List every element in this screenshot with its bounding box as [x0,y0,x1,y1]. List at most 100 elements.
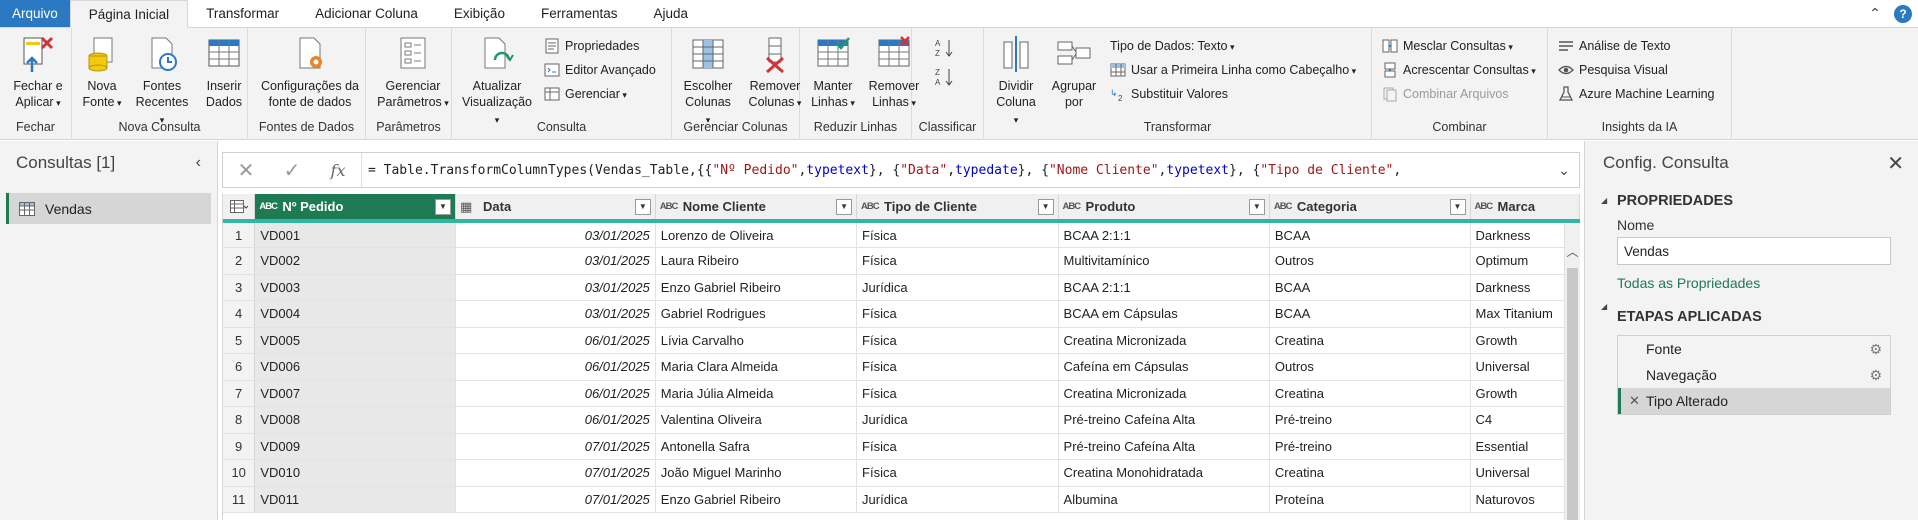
table-cell[interactable]: BCAA 2:1:1 [1058,274,1270,301]
help-icon[interactable]: ? [1894,4,1912,23]
table-cell[interactable]: BCAA [1269,300,1471,328]
filter-dropdown-icon[interactable]: ▼ [1248,198,1265,215]
tab-exibicao[interactable]: Exibição [436,0,523,27]
table-cell[interactable]: Albumina [1058,486,1270,513]
scroll-up-icon[interactable]: ︿ [1565,242,1580,260]
filter-dropdown-icon[interactable]: ▼ [1449,198,1466,215]
formula-input[interactable]: = Table.TransformColumnTypes(Vendas_Tabl… [361,153,1549,187]
table-cell[interactable]: Antonella Safra [655,433,858,460]
row-number[interactable]: 10 [223,459,256,487]
data-source-settings-button[interactable]: Configurações da fonte de dados [252,32,368,112]
table-cell[interactable]: VD003 [254,274,456,301]
advanced-editor-button[interactable]: Editor Avançado [544,59,656,80]
table-row[interactable]: 5 VD005 06/01/2025 Lívia Carvalho Física Crea… [223,327,1580,354]
step-navegacao[interactable]: Navegação ⚙ [1618,362,1890,388]
table-cell[interactable]: Multivitamínico [1058,247,1270,275]
table-cell[interactable]: Pré-treino [1269,406,1471,434]
commit-formula-icon[interactable]: ✓ [269,153,315,187]
expand-formula-icon[interactable]: ⌄ [1549,162,1579,179]
text-type-icon[interactable]: ABC [660,201,679,212]
table-cell[interactable]: Pré-treino [1269,433,1471,460]
column-header[interactable]: ABC Nº Pedido ▼ [254,194,456,223]
table-cell[interactable]: VD006 [254,353,456,381]
tab-pagina-inicial[interactable]: Página Inicial [69,0,189,28]
tab-ajuda[interactable]: Ajuda [635,0,706,27]
manage-query-button[interactable]: Gerenciar [544,83,656,104]
table-cell[interactable]: Pré-treino Cafeína Alta [1058,433,1270,460]
table-cell[interactable]: Física [856,353,1059,381]
properties-button[interactable]: Propriedades [544,35,656,56]
row-number[interactable]: 7 [223,380,256,407]
step-fonte[interactable]: Fonte ⚙ [1618,336,1890,362]
table-cell[interactable]: Física [856,221,1059,248]
table-cell[interactable]: Maria Júlia Almeida [655,380,858,407]
column-header[interactable]: ABC Nome Cliente ▼ [655,194,858,223]
text-type-icon[interactable]: ABC [1274,201,1293,212]
table-cell[interactable]: Outros [1269,247,1471,275]
table-row[interactable]: 7 VD007 06/01/2025 Maria Júlia Almeida Físic… [223,380,1580,407]
table-cell[interactable]: Pré-treino Cafeína Alta [1058,406,1270,434]
table-cell[interactable]: Creatina Micronizada [1058,380,1270,407]
table-cell[interactable]: Física [856,459,1059,487]
table-cell[interactable]: 07/01/2025 [455,459,656,487]
step-tipo-alterado[interactable]: ✕ Tipo Alterado [1618,388,1890,414]
tab-adicionar-coluna[interactable]: Adicionar Coluna [297,0,436,27]
query-name-input[interactable]: Vendas [1617,237,1891,265]
row-number[interactable]: 11 [223,486,256,513]
filter-dropdown-icon[interactable]: ▼ [1037,198,1054,215]
collapse-queries-icon[interactable]: ‹ [196,154,201,172]
query-item-vendas[interactable]: Vendas [6,193,211,224]
table-cell[interactable]: 07/01/2025 [455,433,656,460]
table-cell[interactable]: Maria Clara Almeida [655,353,858,381]
data-type-button[interactable]: Tipo de Dados: Texto [1110,35,1356,56]
table-row[interactable]: 6 VD006 06/01/2025 Maria Clara Almeida Físic… [223,353,1580,381]
date-type-icon[interactable]: ▦ [460,199,478,215]
table-cell[interactable]: BCAA 2:1:1 [1058,221,1270,248]
table-cell[interactable]: VD007 [254,380,456,407]
close-settings-icon[interactable]: ✕ [1887,151,1904,176]
properties-section-title[interactable]: PROPRIEDADES [1585,185,1918,209]
row-number[interactable]: 1 [223,221,256,248]
column-header[interactable]: ▦ Data ▼ [455,194,656,223]
table-row[interactable]: 4 VD004 03/01/2025 Gabriel Rodrigues Física B… [223,300,1580,328]
table-cell[interactable]: Creatina Micronizada [1058,327,1270,354]
text-type-icon[interactable]: ABC [259,201,278,212]
table-cell[interactable]: 03/01/2025 [455,300,656,328]
table-cell[interactable]: VD002 [254,247,456,275]
tab-arquivo[interactable]: Arquivo [0,0,70,27]
filter-dropdown-icon[interactable]: ▼ [435,198,451,215]
table-row[interactable]: 1 VD001 03/01/2025 Lorenzo de Oliveira Físic… [223,221,1580,248]
text-type-icon[interactable]: ABC [1475,201,1494,212]
first-row-header-button[interactable]: Usar a Primeira Linha como Cabeçalho [1110,59,1356,80]
tab-transformar[interactable]: Transformar [188,0,297,27]
manage-parameters-button[interactable]: Gerenciar Parâmetros [370,32,456,113]
row-number[interactable]: 3 [223,274,256,301]
filter-dropdown-icon[interactable]: ▼ [634,198,651,215]
filter-dropdown-icon[interactable]: ▼ [836,198,853,215]
replace-values-button[interactable]: ↳ 2 Substituir Valores [1110,83,1356,104]
table-cell[interactable]: BCAA [1269,274,1471,301]
table-cell[interactable]: 06/01/2025 [455,327,656,354]
table-cell[interactable]: VD011 [254,486,456,513]
table-cell[interactable]: 07/01/2025 [455,486,656,513]
fx-icon[interactable]: fx [315,153,361,187]
table-cell[interactable]: Proteína [1269,486,1471,513]
vertical-scrollbar[interactable]: ︿ [1564,224,1580,520]
vision-button[interactable]: Pesquisa Visual [1558,59,1715,80]
table-cell[interactable]: Física [856,327,1059,354]
all-properties-link[interactable]: Todas as Propriedades [1585,265,1918,291]
table-cell[interactable]: Creatina [1269,459,1471,487]
row-number[interactable]: 4 [223,300,256,328]
merge-queries-button[interactable]: Mesclar Consultas [1382,35,1536,56]
table-cell[interactable]: Enzo Gabriel Ribeiro [655,486,858,513]
table-cell[interactable]: 06/01/2025 [455,353,656,381]
table-row[interactable]: 3 VD003 03/01/2025 Enzo Gabriel Ribeiro Jurí… [223,274,1580,301]
table-cell[interactable]: VD005 [254,327,456,354]
keep-rows-button[interactable]: Manter Linhas [804,32,862,113]
table-cell[interactable]: Enzo Gabriel Ribeiro [655,274,858,301]
text-analytics-button[interactable]: Análise de Texto [1558,35,1715,56]
table-cell[interactable]: Lívia Carvalho [655,327,858,354]
table-cell[interactable]: Jurídica [856,274,1059,301]
sort-ascending-button[interactable]: A Z [934,35,956,61]
column-header[interactable]: ABC Produto ▼ [1058,194,1270,223]
